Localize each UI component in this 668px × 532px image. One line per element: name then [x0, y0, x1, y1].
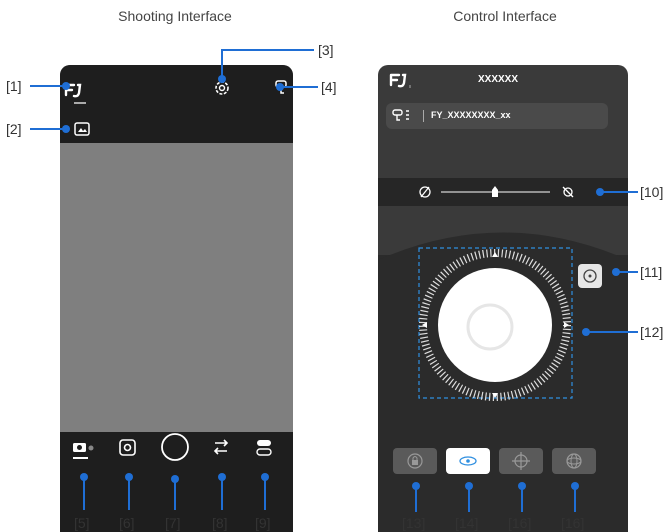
device-divider [423, 110, 424, 122]
leader-dot-9 [261, 473, 269, 481]
leader-dot-1 [62, 82, 70, 90]
control-interface-screen: XXXXXX FY_XXXXXXXX_xx [378, 65, 628, 532]
leader-dot-6 [125, 473, 133, 481]
shooting-top-icons [64, 80, 287, 136]
full-follow-icon [566, 453, 582, 469]
callout-8: [8] [212, 515, 228, 531]
lock-mode-icon [407, 453, 423, 469]
leader-dot-11 [612, 268, 620, 276]
leader-line-6 [128, 478, 130, 510]
leader-line-2 [30, 128, 66, 130]
leader-line-3b [221, 49, 223, 77]
leader-dot-4 [276, 83, 284, 91]
callout-2: [2] [6, 121, 22, 137]
lock-mode-button[interactable] [393, 448, 437, 474]
leader-dot-14 [465, 482, 473, 490]
arrow-up-icon [492, 252, 498, 257]
callout-12: [12] [640, 324, 664, 340]
toggle-icon[interactable] [256, 440, 272, 456]
leader-line-7 [174, 480, 176, 510]
camera-icon[interactable] [73, 443, 94, 459]
slow-speed-icon [419, 186, 431, 198]
callout-1: [1] [6, 78, 22, 94]
leader-dot-7 [171, 475, 179, 483]
fast-speed-icon [562, 186, 574, 198]
leader-line-5 [83, 478, 85, 510]
leader-line-12 [586, 331, 638, 333]
leader-dot-10 [596, 188, 604, 196]
leader-dot-2 [62, 125, 70, 133]
callout-3: [3] [318, 42, 334, 58]
leader-line-1 [30, 85, 66, 87]
shutter-button[interactable] [161, 433, 189, 461]
leader-line-9 [264, 478, 266, 510]
leader-dot-16a [518, 482, 526, 490]
shooting-top-bar [60, 65, 293, 143]
callout-4: [4] [321, 79, 337, 95]
speed-slider-bar[interactable] [378, 178, 628, 206]
callout-16b: [16] [561, 515, 585, 531]
leader-dot-8 [218, 473, 226, 481]
control-interface-caption: Control Interface [453, 8, 557, 24]
leader-line-3a [222, 49, 314, 51]
follow-mode-icon [459, 456, 477, 466]
callout-13: [13] [402, 515, 426, 531]
gear-icon[interactable] [215, 81, 229, 95]
leader-dot-3 [218, 75, 226, 83]
device-selector[interactable]: FY_XXXXXXXX_xx [386, 103, 608, 129]
feiyu-logo-icon [389, 73, 411, 88]
leader-dot-5 [80, 473, 88, 481]
record-icon[interactable] [119, 439, 136, 456]
leader-dot-13 [412, 482, 420, 490]
shooting-interface-screen [60, 65, 293, 532]
slider-thumb[interactable] [492, 186, 498, 197]
callout-6: [6] [119, 515, 135, 531]
follow-mode-button[interactable] [446, 448, 490, 474]
speed-slider-graphic [419, 186, 574, 198]
leader-dot-12 [582, 328, 590, 336]
leader-dot-16b [571, 482, 579, 490]
pan-follow-icon [512, 452, 530, 470]
callout-14: [14] [455, 515, 479, 531]
switch-camera-icon[interactable] [213, 439, 229, 455]
gallery-icon[interactable] [74, 122, 90, 136]
leader-line-8 [221, 478, 223, 510]
callout-16a: [16] [508, 515, 532, 531]
gimbal-icon [392, 109, 409, 121]
shooting-interface-caption: Shooting Interface [118, 8, 232, 24]
joystick-knob[interactable] [466, 303, 514, 351]
full-follow-mode-button[interactable] [552, 448, 596, 474]
callout-5: [5] [74, 515, 90, 531]
leader-line-4 [280, 86, 318, 88]
callout-7: [7] [165, 515, 181, 531]
callout-11: [11] [640, 264, 663, 280]
callout-9: [9] [255, 515, 271, 531]
callout-10: [10] [640, 184, 664, 200]
pan-follow-mode-button[interactable] [499, 448, 543, 474]
recenter-icon[interactable] [577, 263, 603, 289]
device-name: FY_XXXXXXXX_xx [431, 110, 511, 120]
control-title: XXXXXX [477, 74, 519, 85]
leader-line-10 [600, 191, 638, 193]
